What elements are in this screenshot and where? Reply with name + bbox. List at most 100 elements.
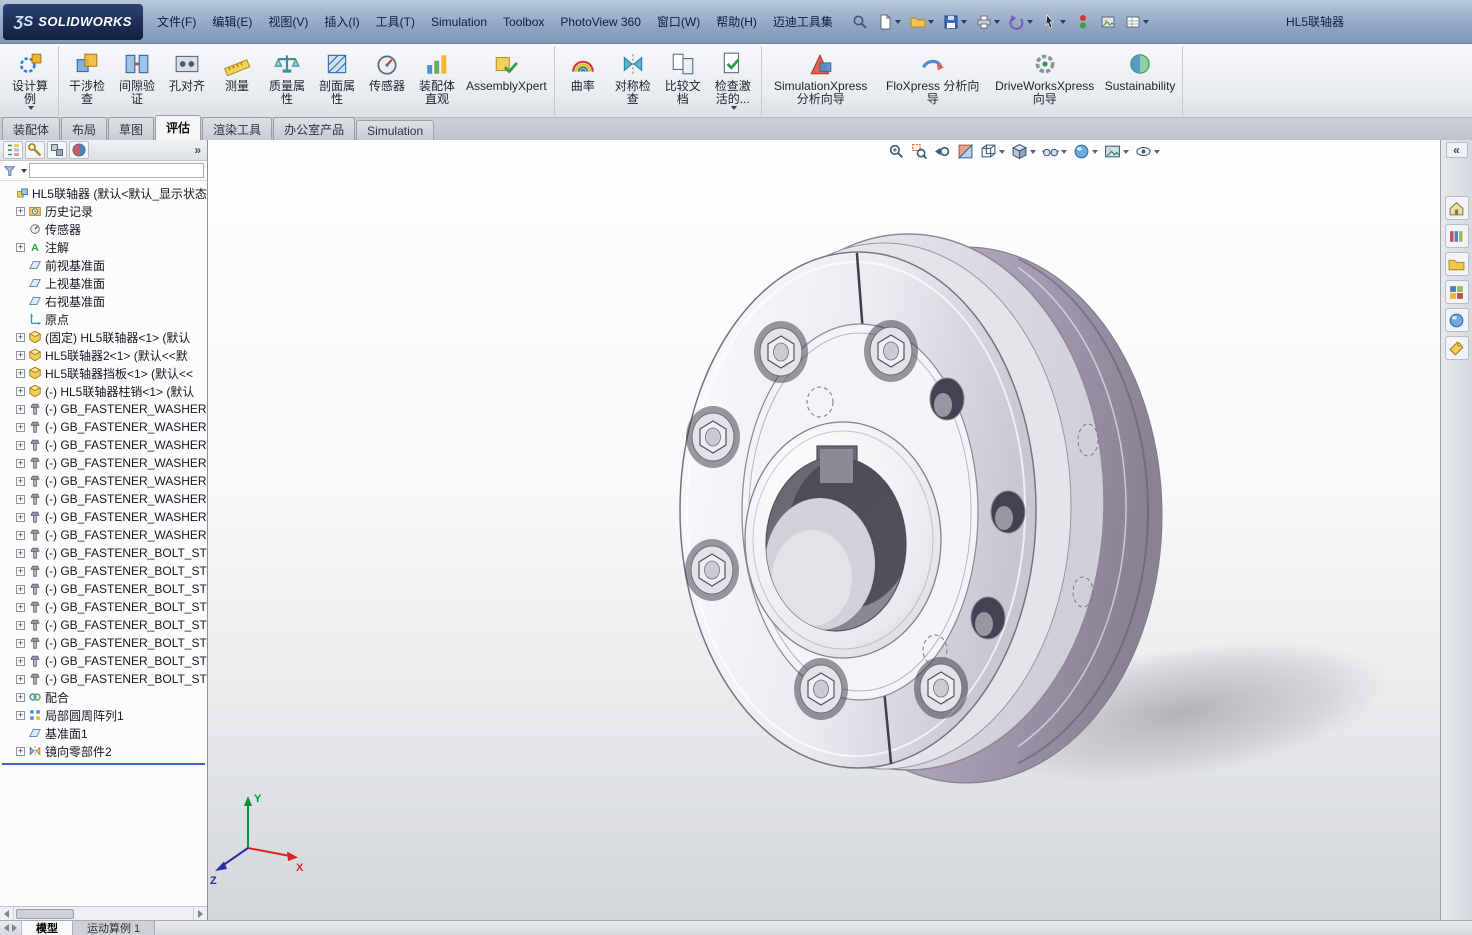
tree-item[interactable]: + 历史记录 [0,202,207,220]
ribbon-xpert-button[interactable]: AssemblyXpert [462,46,551,116]
expand-toggle[interactable]: + [16,350,25,360]
tree-item[interactable]: + HL5联轴器挡板<1> (默认<< [0,364,207,382]
ribbon-compare-button[interactable]: 比较文档 [658,46,708,116]
select-button[interactable] [1039,11,1069,33]
design-library-button[interactable] [1444,224,1469,248]
edit-color-button[interactable] [1097,11,1119,33]
task-pane-collapse-button[interactable]: « [1445,142,1468,158]
tree-item[interactable]: + (-) GB_FASTENER_BOLT_ST [0,616,207,634]
save-button[interactable] [940,11,970,33]
expand-toggle[interactable]: + [16,620,25,630]
display-manager-tab[interactable] [69,141,89,159]
tree-manager-tab[interactable] [3,141,23,159]
expand-toggle[interactable]: + [16,404,25,414]
new-document-button[interactable] [874,11,904,33]
scroll-left-arrow[interactable] [0,907,14,920]
zoom-to-area-button[interactable] [909,140,930,163]
tab-评估[interactable]: 评估 [155,115,202,140]
ribbon-simx-button[interactable]: SimulationXpress 分析向导 [765,46,877,116]
tree-item[interactable]: + (-) GB_FASTENER_WASHER [0,400,207,418]
tree-item[interactable]: 基准面1 [0,724,207,742]
tree-item[interactable]: + 注解 [0,238,207,256]
menu-窗口(W)[interactable]: 窗口(W) [649,1,708,43]
tree-item[interactable]: + (-) GB_FASTENER_BOLT_ST [0,562,207,580]
filter-funnel-icon[interactable] [3,164,17,178]
tab-草图[interactable]: 草图 [108,117,155,140]
rebuild-button[interactable] [1072,11,1094,33]
expand-toggle[interactable]: + [16,332,25,342]
tree-item[interactable]: + (-) GB_FASTENER_BOLT_ST [0,544,207,562]
menu-Simulation[interactable]: Simulation [423,1,495,43]
menu-工具(T)[interactable]: 工具(T) [368,1,423,43]
tree-item[interactable]: + (-) GB_FASTENER_WASHER [0,472,207,490]
menu-帮助(H)[interactable]: 帮助(H) [708,1,765,43]
hide-show-items-button[interactable] [1040,140,1069,163]
tree-item[interactable]: + (-) GB_FASTENER_BOLT_ST [0,670,207,688]
tabs-scroll-left-button[interactable] [4,924,9,932]
expand-toggle[interactable]: + [16,368,25,378]
tree-item[interactable]: + (-) HL5联轴器柱销<1> (默认 [0,382,207,400]
menu-迈迪工具集[interactable]: 迈迪工具集 [765,1,841,43]
tree-item[interactable]: + (-) GB_FASTENER_WASHER [0,436,207,454]
tree-item[interactable]: + (-) GB_FASTENER_WASHER [0,454,207,472]
tree-item[interactable]: + (固定) HL5联轴器<1> (默认 [0,328,207,346]
tab-办公室产品[interactable]: 办公室产品 [273,117,356,140]
tree-item[interactable]: 右视基准面 [0,292,207,310]
tree-item[interactable]: + 局部圆周阵列1 [0,706,207,724]
menu-Toolbox[interactable]: Toolbox [495,1,552,43]
scrollbar-thumb[interactable] [16,908,74,919]
study-tab[interactable]: 模型 [22,921,73,935]
ribbon-section-button[interactable]: 剖面属性 [312,46,362,116]
expand-toggle[interactable]: + [16,458,25,468]
tree-item[interactable]: + 镜向零部件2 [0,742,207,760]
tab-装配体[interactable]: 装配体 [2,117,61,140]
tree-item[interactable]: + 配合 [0,688,207,706]
ribbon-curvature-button[interactable]: 曲率 [558,46,608,116]
view-palette-button[interactable] [1444,280,1469,304]
tree-item[interactable]: + (-) GB_FASTENER_WASHER [0,508,207,526]
tree-item[interactable]: + (-) GB_FASTENER_BOLT_ST [0,580,207,598]
expand-toggle[interactable]: + [16,674,25,684]
tree-item[interactable]: + (-) GB_FASTENER_WASHER [0,526,207,544]
ribbon-clearance-button[interactable]: 间隙验证 [112,46,162,116]
expand-toggle[interactable]: + [16,476,25,486]
expand-toggle[interactable]: + [16,638,25,648]
custom-properties-button[interactable] [1444,336,1469,360]
print-button[interactable] [973,11,1003,33]
undo-button[interactable] [1006,11,1036,33]
apply-scene-button[interactable] [1102,140,1131,163]
study-tab[interactable]: 运动算例 1 [73,921,156,935]
tree-horizontal-scrollbar[interactable] [0,906,207,920]
ribbon-symmetry-button[interactable]: 对称检查 [608,46,658,116]
search-button[interactable] [849,11,871,33]
section-view-button[interactable] [955,140,976,163]
expand-toggle[interactable]: + [16,242,25,252]
ribbon-assembly-vis-button[interactable]: 装配体直观 [412,46,462,116]
tab-渲染工具[interactable]: 渲染工具 [202,117,273,140]
expand-toggle[interactable]: + [16,602,25,612]
expand-toggle[interactable]: + [16,530,25,540]
ribbon-mass-button[interactable]: 质量属性 [262,46,312,116]
view-settings-button[interactable] [1133,140,1162,163]
filter-caret[interactable] [21,168,27,173]
view-orientation-button[interactable] [978,140,1007,163]
tree-item[interactable]: 前视基准面 [0,256,207,274]
expand-toggle[interactable]: + [16,440,25,450]
ribbon-design-study-button[interactable]: 设计算例 [5,46,55,116]
ribbon-measure-button[interactable]: 测量 [212,46,262,116]
menu-编辑(E)[interactable]: 编辑(E) [204,1,260,43]
expand-toggle[interactable]: + [16,512,25,522]
ribbon-check-active-button[interactable]: 检查激活的... [708,46,758,116]
ribbon-sustain-button[interactable]: Sustainability [1101,46,1180,116]
menu-插入(I)[interactable]: 插入(I) [316,1,367,43]
graphics-viewport[interactable]: Y X Z [208,140,1440,920]
expand-toggle[interactable]: + [16,656,25,666]
tree-item[interactable]: + (-) GB_FASTENER_WASHER [0,490,207,508]
menu-PhotoView 360[interactable]: PhotoView 360 [552,1,649,43]
ribbon-interference-button[interactable]: 干涉检查 [62,46,112,116]
tab-Simulation[interactable]: Simulation [356,120,435,140]
menu-文件(F)[interactable]: 文件(F) [149,1,204,43]
ribbon-dwx-button[interactable]: DriveWorksXpress 向导 [989,46,1101,116]
tree-item[interactable]: + HL5联轴器2<1> (默认<<默 [0,346,207,364]
tree-item[interactable]: + (-) GB_FASTENER_WASHER [0,418,207,436]
